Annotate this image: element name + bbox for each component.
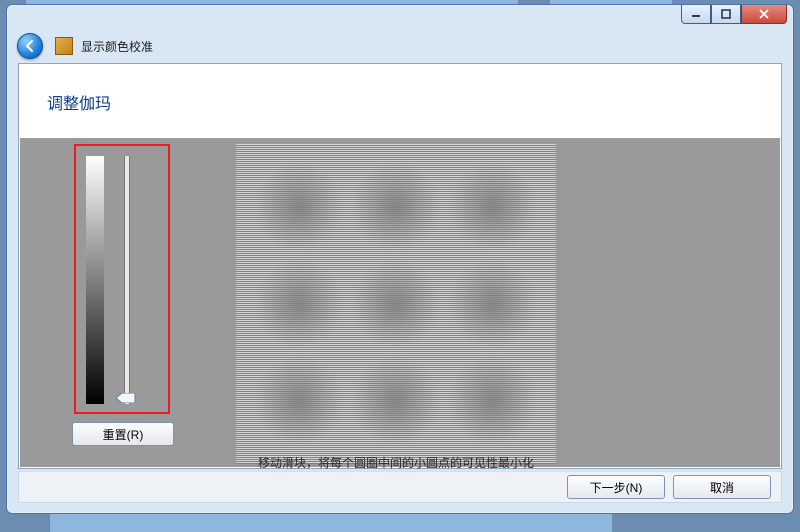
- gamma-dot: [254, 259, 344, 349]
- gamma-slider-panel: [74, 144, 170, 414]
- gamma-dot: [254, 162, 344, 252]
- gamma-dot: [448, 259, 538, 349]
- close-button[interactable]: [741, 5, 787, 24]
- maximize-button[interactable]: [711, 5, 741, 24]
- caption-buttons: [681, 5, 787, 24]
- back-button[interactable]: [17, 33, 43, 59]
- gamma-dot: [254, 356, 344, 446]
- gamma-dot: [351, 259, 441, 349]
- app-title: 显示颜色校准: [81, 38, 153, 55]
- app-icon: [55, 37, 73, 55]
- cancel-button[interactable]: 取消: [673, 475, 771, 499]
- minimize-button[interactable]: [681, 5, 711, 24]
- content-panel: 重置(R) 移动滑块，将每个圆圈中间的小圆点的可见性最小化: [20, 138, 780, 467]
- gamma-dot: [448, 356, 538, 446]
- next-button[interactable]: 下一步(N): [567, 475, 665, 499]
- gamma-dot: [351, 162, 441, 252]
- gamma-slider-track[interactable]: [124, 156, 130, 404]
- title-row: 显示颜色校准: [17, 29, 783, 63]
- instruction-text: 移动滑块，将每个圆圈中间的小圆点的可见性最小化: [236, 454, 556, 471]
- gamma-dot: [448, 162, 538, 252]
- page-heading: 调整伽玛: [47, 90, 111, 114]
- wizard-footer: 下一步(N) 取消: [18, 471, 782, 503]
- reset-button[interactable]: 重置(R): [72, 422, 174, 446]
- gamma-slider-thumb[interactable]: [116, 393, 136, 403]
- client-area: 调整伽玛 重置(R): [18, 63, 782, 469]
- gamma-pattern: [236, 144, 556, 464]
- calibration-window: 显示颜色校准 调整伽玛 重置(R): [6, 4, 794, 514]
- gamma-dot: [351, 356, 441, 446]
- gradient-preview: [86, 156, 104, 404]
